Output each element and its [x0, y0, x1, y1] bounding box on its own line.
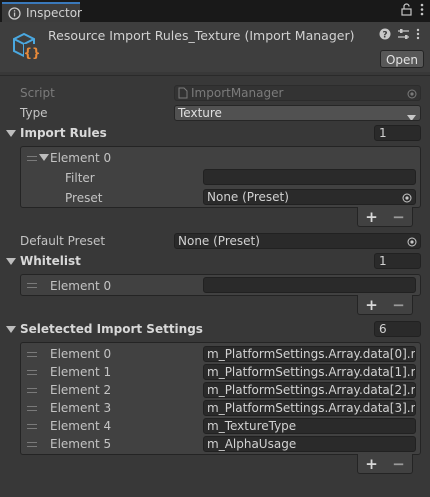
whitelist-element-input[interactable]	[203, 277, 416, 293]
filter-input[interactable]	[203, 169, 416, 185]
default-preset-label: Default Preset	[20, 234, 106, 248]
scriptable-object-icon: {}	[10, 30, 42, 65]
list-item: Element 0 m_PlatformSettings.Array.data[…	[21, 346, 420, 364]
foldout-arrow-icon[interactable]	[6, 130, 16, 137]
import-rules-size[interactable]: 1	[374, 125, 421, 141]
settings-item-input[interactable]: m_PlatformSettings.Array.data[3].m_T	[203, 400, 416, 416]
open-button[interactable]: Open	[380, 50, 424, 68]
script-row: Script ImportManager	[0, 85, 430, 103]
preset-field[interactable]: None (Preset)	[203, 189, 416, 205]
lock-icon[interactable]	[401, 3, 412, 19]
script-label: Script	[20, 86, 55, 100]
add-element-button[interactable]: +	[362, 297, 382, 313]
type-dropdown[interactable]: Texture	[174, 105, 421, 121]
preset-value: None (Preset)	[207, 190, 289, 204]
import-rules-label: Import Rules	[20, 126, 107, 140]
inspector-window: Inspector {} Resource Import Rules_Textu…	[0, 0, 430, 497]
list-item: Element 1 m_PlatformSettings.Array.data[…	[21, 364, 420, 382]
settings-label: Seletected Import Settings	[20, 322, 203, 336]
drag-handle-icon[interactable]	[27, 406, 37, 411]
inspector-title: Resource Import Rules_Texture (Import Ma…	[48, 28, 355, 43]
foldout-arrow-icon[interactable]	[6, 326, 16, 333]
list-item: Element 5 m_AlphaUsage	[21, 436, 420, 454]
add-element-button[interactable]: +	[362, 456, 382, 472]
script-value: ImportManager	[191, 86, 284, 100]
tab-bar: Inspector	[0, 0, 430, 22]
settings-item-label: Element 5	[50, 437, 112, 451]
type-row: Type Texture	[0, 105, 430, 123]
import-rules-list-buttons: + −	[357, 207, 413, 227]
element-foldout-icon[interactable]	[39, 154, 49, 161]
help-icon[interactable]: ?	[379, 28, 391, 43]
dropdown-arrow-icon	[407, 110, 416, 120]
type-label: Type	[20, 106, 48, 120]
settings-row[interactable]: Seletected Import Settings 6	[0, 321, 430, 339]
inspector-header: {} Resource Import Rules_Texture (Import…	[0, 22, 430, 72]
object-picker-icon	[407, 88, 417, 99]
remove-element-button[interactable]: −	[389, 209, 409, 225]
whitelist-list: Element 0	[20, 274, 421, 296]
svg-text:{}: {}	[23, 46, 40, 60]
remove-element-button[interactable]: −	[389, 297, 409, 313]
settings-list: Element 0 m_PlatformSettings.Array.data[…	[20, 342, 421, 455]
settings-list-buttons: + −	[357, 454, 413, 474]
drag-handle-icon[interactable]	[27, 442, 37, 447]
info-icon	[8, 7, 21, 23]
drag-handle-icon[interactable]	[27, 388, 37, 393]
tab-title: Inspector	[26, 6, 82, 20]
kebab-menu-icon[interactable]	[420, 3, 424, 19]
whitelist-label: Whitelist	[20, 254, 81, 268]
drag-handle-icon[interactable]	[27, 156, 37, 161]
script-field: ImportManager	[174, 85, 421, 101]
remove-element-button[interactable]: −	[389, 456, 409, 472]
default-preset-row: Default Preset None (Preset)	[0, 233, 430, 251]
header-kebab-menu-icon[interactable]	[416, 28, 420, 43]
svg-text:?: ?	[382, 31, 387, 41]
settings-item-label: Element 3	[50, 401, 112, 415]
settings-item-label: Element 0	[50, 347, 112, 361]
settings-item-input[interactable]: m_PlatformSettings.Array.data[2].m_T	[203, 382, 416, 398]
default-preset-value: None (Preset)	[178, 234, 260, 248]
presets-sliders-icon[interactable]	[397, 28, 410, 43]
script-file-icon	[178, 87, 188, 100]
tab-inspector[interactable]: Inspector	[2, 2, 82, 23]
preset-label: Preset	[65, 191, 103, 205]
drag-handle-icon[interactable]	[27, 424, 37, 429]
settings-item-label: Element 1	[50, 365, 112, 379]
settings-item-label: Element 4	[50, 419, 112, 433]
foldout-arrow-icon[interactable]	[6, 258, 16, 265]
default-preset-field[interactable]: None (Preset)	[174, 233, 421, 249]
import-rules-list: Element 0 Filter Preset None (Preset)	[20, 146, 421, 208]
drag-handle-icon[interactable]	[27, 283, 37, 288]
add-element-button[interactable]: +	[362, 209, 382, 225]
whitelist-element-label: Element 0	[50, 279, 112, 293]
settings-size[interactable]: 6	[374, 321, 421, 337]
list-item: Element 4 m_TextureType	[21, 418, 420, 436]
drag-handle-icon[interactable]	[27, 370, 37, 375]
whitelist-row[interactable]: Whitelist 1	[0, 253, 430, 271]
element0-label: Element 0	[50, 151, 112, 165]
filter-label: Filter	[65, 171, 95, 185]
settings-item-input[interactable]: m_PlatformSettings.Array.data[1].m_T	[203, 364, 416, 380]
list-item: Element 2 m_PlatformSettings.Array.data[…	[21, 382, 420, 400]
type-value: Texture	[178, 106, 222, 120]
import-rules-row[interactable]: Import Rules 1	[0, 125, 430, 143]
settings-item-input[interactable]: m_PlatformSettings.Array.data[0].m_T	[203, 346, 416, 362]
object-picker-icon[interactable]	[402, 192, 412, 203]
object-picker-icon[interactable]	[407, 236, 417, 247]
whitelist-size[interactable]: 1	[374, 253, 421, 269]
list-item: Element 3 m_PlatformSettings.Array.data[…	[21, 400, 420, 418]
settings-item-input[interactable]: m_AlphaUsage	[203, 436, 416, 452]
settings-item-label: Element 2	[50, 383, 112, 397]
drag-handle-icon[interactable]	[27, 352, 37, 357]
settings-item-input[interactable]: m_TextureType	[203, 418, 416, 434]
header-divider	[0, 75, 430, 76]
whitelist-list-buttons: + −	[357, 295, 413, 315]
